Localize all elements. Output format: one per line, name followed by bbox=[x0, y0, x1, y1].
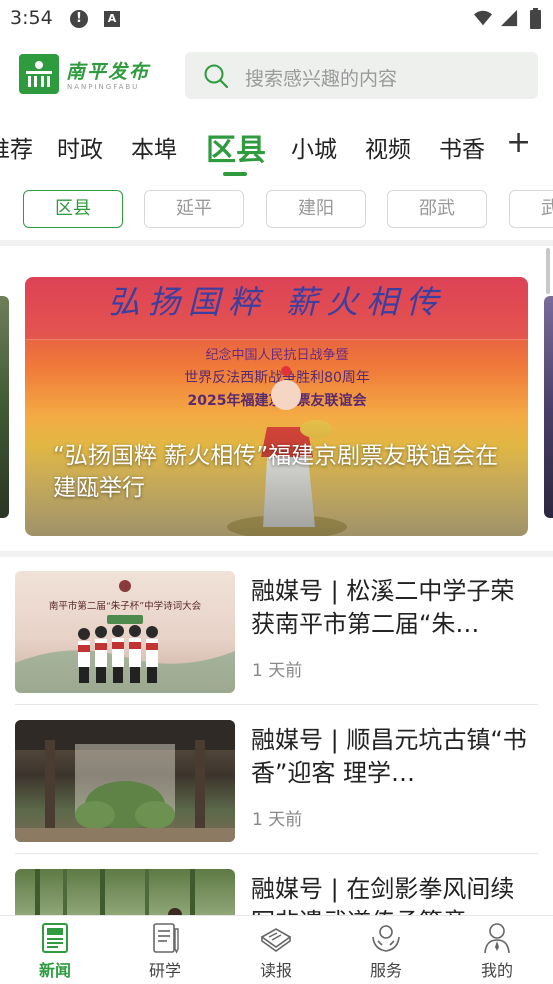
news-title: 融媒号 | 顺昌元坑古镇“书香”迎客 理学… bbox=[251, 726, 527, 787]
banner-art-title: 弘扬国粹 薪火相传 bbox=[108, 283, 446, 321]
bottom-tab-services[interactable]: 服务 bbox=[331, 916, 441, 984]
carousel-slide[interactable]: 弘扬国粹 薪火相传 纪念中国人民抗日战争暨 世界反法西斯战争胜利80周年 202… bbox=[25, 277, 528, 536]
news-time: 1 天前 bbox=[252, 810, 303, 830]
bottom-tab-study[interactable]: 研学 bbox=[110, 916, 220, 984]
bottom-tab-label: 我的 bbox=[480, 961, 513, 980]
news-thumbnail: 南平市第二届“朱子杯”中学诗词大会 bbox=[15, 571, 235, 693]
carousel-next-slide[interactable] bbox=[544, 296, 553, 518]
logo-mark-icon bbox=[19, 54, 59, 94]
banner-caption: “弘扬国粹 薪火相传”福建京剧票友联谊会在建瓯举行 bbox=[53, 443, 499, 501]
battery-icon bbox=[530, 8, 541, 29]
search-icon bbox=[204, 64, 229, 89]
headline-carousel[interactable]: 弘扬国粹 薪火相传 纪念中国人民抗日战争暨 世界反法西斯战争胜利80周年 202… bbox=[0, 248, 553, 551]
logo-name: 南平发布 bbox=[66, 61, 151, 83]
carousel-prev-slide[interactable] bbox=[0, 296, 9, 518]
alert-icon: ! bbox=[70, 10, 88, 28]
tab-districts[interactable]: 区县 bbox=[206, 125, 266, 169]
bottom-navigation: 新闻 研学 读报 服务 我的 bbox=[0, 915, 553, 984]
app-header: 南平发布 NANPINGFABU 搜索感兴趣的内容 bbox=[0, 38, 553, 112]
subtab-shaowu[interactable]: 邵武 bbox=[387, 190, 487, 228]
notebook-icon bbox=[153, 923, 179, 954]
section-divider bbox=[0, 240, 553, 246]
list-divider bbox=[15, 853, 538, 854]
tab-video[interactable]: 视频 bbox=[365, 130, 411, 164]
bottom-tab-label: 读报 bbox=[259, 961, 292, 980]
news-thumbnail bbox=[15, 720, 235, 842]
list-divider bbox=[15, 704, 538, 705]
news-thumbnail-text: 南平市第二届“朱子杯”中学诗词大会 bbox=[49, 600, 202, 612]
paper-icon bbox=[260, 928, 292, 952]
bottom-tab-read-paper[interactable]: 读报 bbox=[221, 916, 331, 984]
channel-tabs: 推荐 时政 本埠 区县 小城 视频 书香 + bbox=[0, 118, 553, 176]
district-subtabs: 区县 延平 建阳 邵武 武夷 bbox=[0, 188, 553, 230]
tab-small-city[interactable]: 小城 bbox=[291, 130, 337, 164]
news-item[interactable]: 南平市第二届“朱子杯”中学诗词大会 融媒号 | 松溪二中学子荣获南平市第二届“朱… bbox=[0, 557, 553, 705]
bottom-tab-mine[interactable]: 我的 bbox=[442, 916, 552, 984]
subtab-jianyang[interactable]: 建阳 bbox=[266, 190, 366, 228]
signal-icon bbox=[500, 9, 518, 27]
news-time: 1 天前 bbox=[252, 661, 303, 681]
tab-politics[interactable]: 时政 bbox=[57, 130, 103, 164]
person-icon bbox=[484, 923, 510, 954]
app-notification-icon: A bbox=[104, 11, 120, 27]
newspaper-icon bbox=[42, 923, 68, 953]
service-hands-icon bbox=[372, 925, 400, 952]
add-channel-button[interactable]: + bbox=[506, 128, 531, 158]
banner-art-subtitle-1: 纪念中国人民抗日战争暨 bbox=[205, 347, 348, 363]
logo-subtext: NANPINGFABU bbox=[67, 83, 140, 91]
active-tab-indicator bbox=[223, 172, 247, 176]
subtab-wuyi[interactable]: 武夷 bbox=[509, 190, 553, 228]
bottom-tab-news[interactable]: 新闻 bbox=[0, 916, 110, 984]
wifi-icon bbox=[474, 10, 492, 26]
search-placeholder: 搜索感兴趣的内容 bbox=[245, 68, 398, 90]
tab-recommend[interactable]: 推荐 bbox=[0, 130, 33, 164]
bottom-tab-label: 研学 bbox=[148, 961, 181, 980]
news-thumbnail-image: 南平市第二届“朱子杯”中学诗词大会 bbox=[15, 580, 235, 693]
subtab-districts[interactable]: 区县 bbox=[23, 190, 123, 228]
news-item[interactable]: 融媒号 | 顺昌元坑古镇“书香”迎客 理学… 1 天前 bbox=[0, 706, 553, 854]
tab-books[interactable]: 书香 bbox=[439, 130, 485, 164]
news-thumbnail-image bbox=[15, 720, 235, 842]
subtab-yanping[interactable]: 延平 bbox=[144, 190, 244, 228]
news-title: 融媒号 | 松溪二中学子荣获南平市第二届“朱… bbox=[251, 577, 515, 638]
search-input[interactable]: 搜索感兴趣的内容 bbox=[185, 52, 538, 99]
status-bar: 3:54 ! A bbox=[0, 0, 553, 38]
tab-local[interactable]: 本埠 bbox=[131, 130, 177, 164]
bottom-tab-label: 新闻 bbox=[38, 961, 71, 980]
app-logo[interactable]: 南平发布 NANPINGFABU bbox=[19, 54, 159, 96]
status-time: 3:54 bbox=[10, 7, 53, 29]
scrollbar-thumb[interactable] bbox=[546, 248, 550, 294]
bottom-tab-label: 服务 bbox=[369, 961, 402, 980]
